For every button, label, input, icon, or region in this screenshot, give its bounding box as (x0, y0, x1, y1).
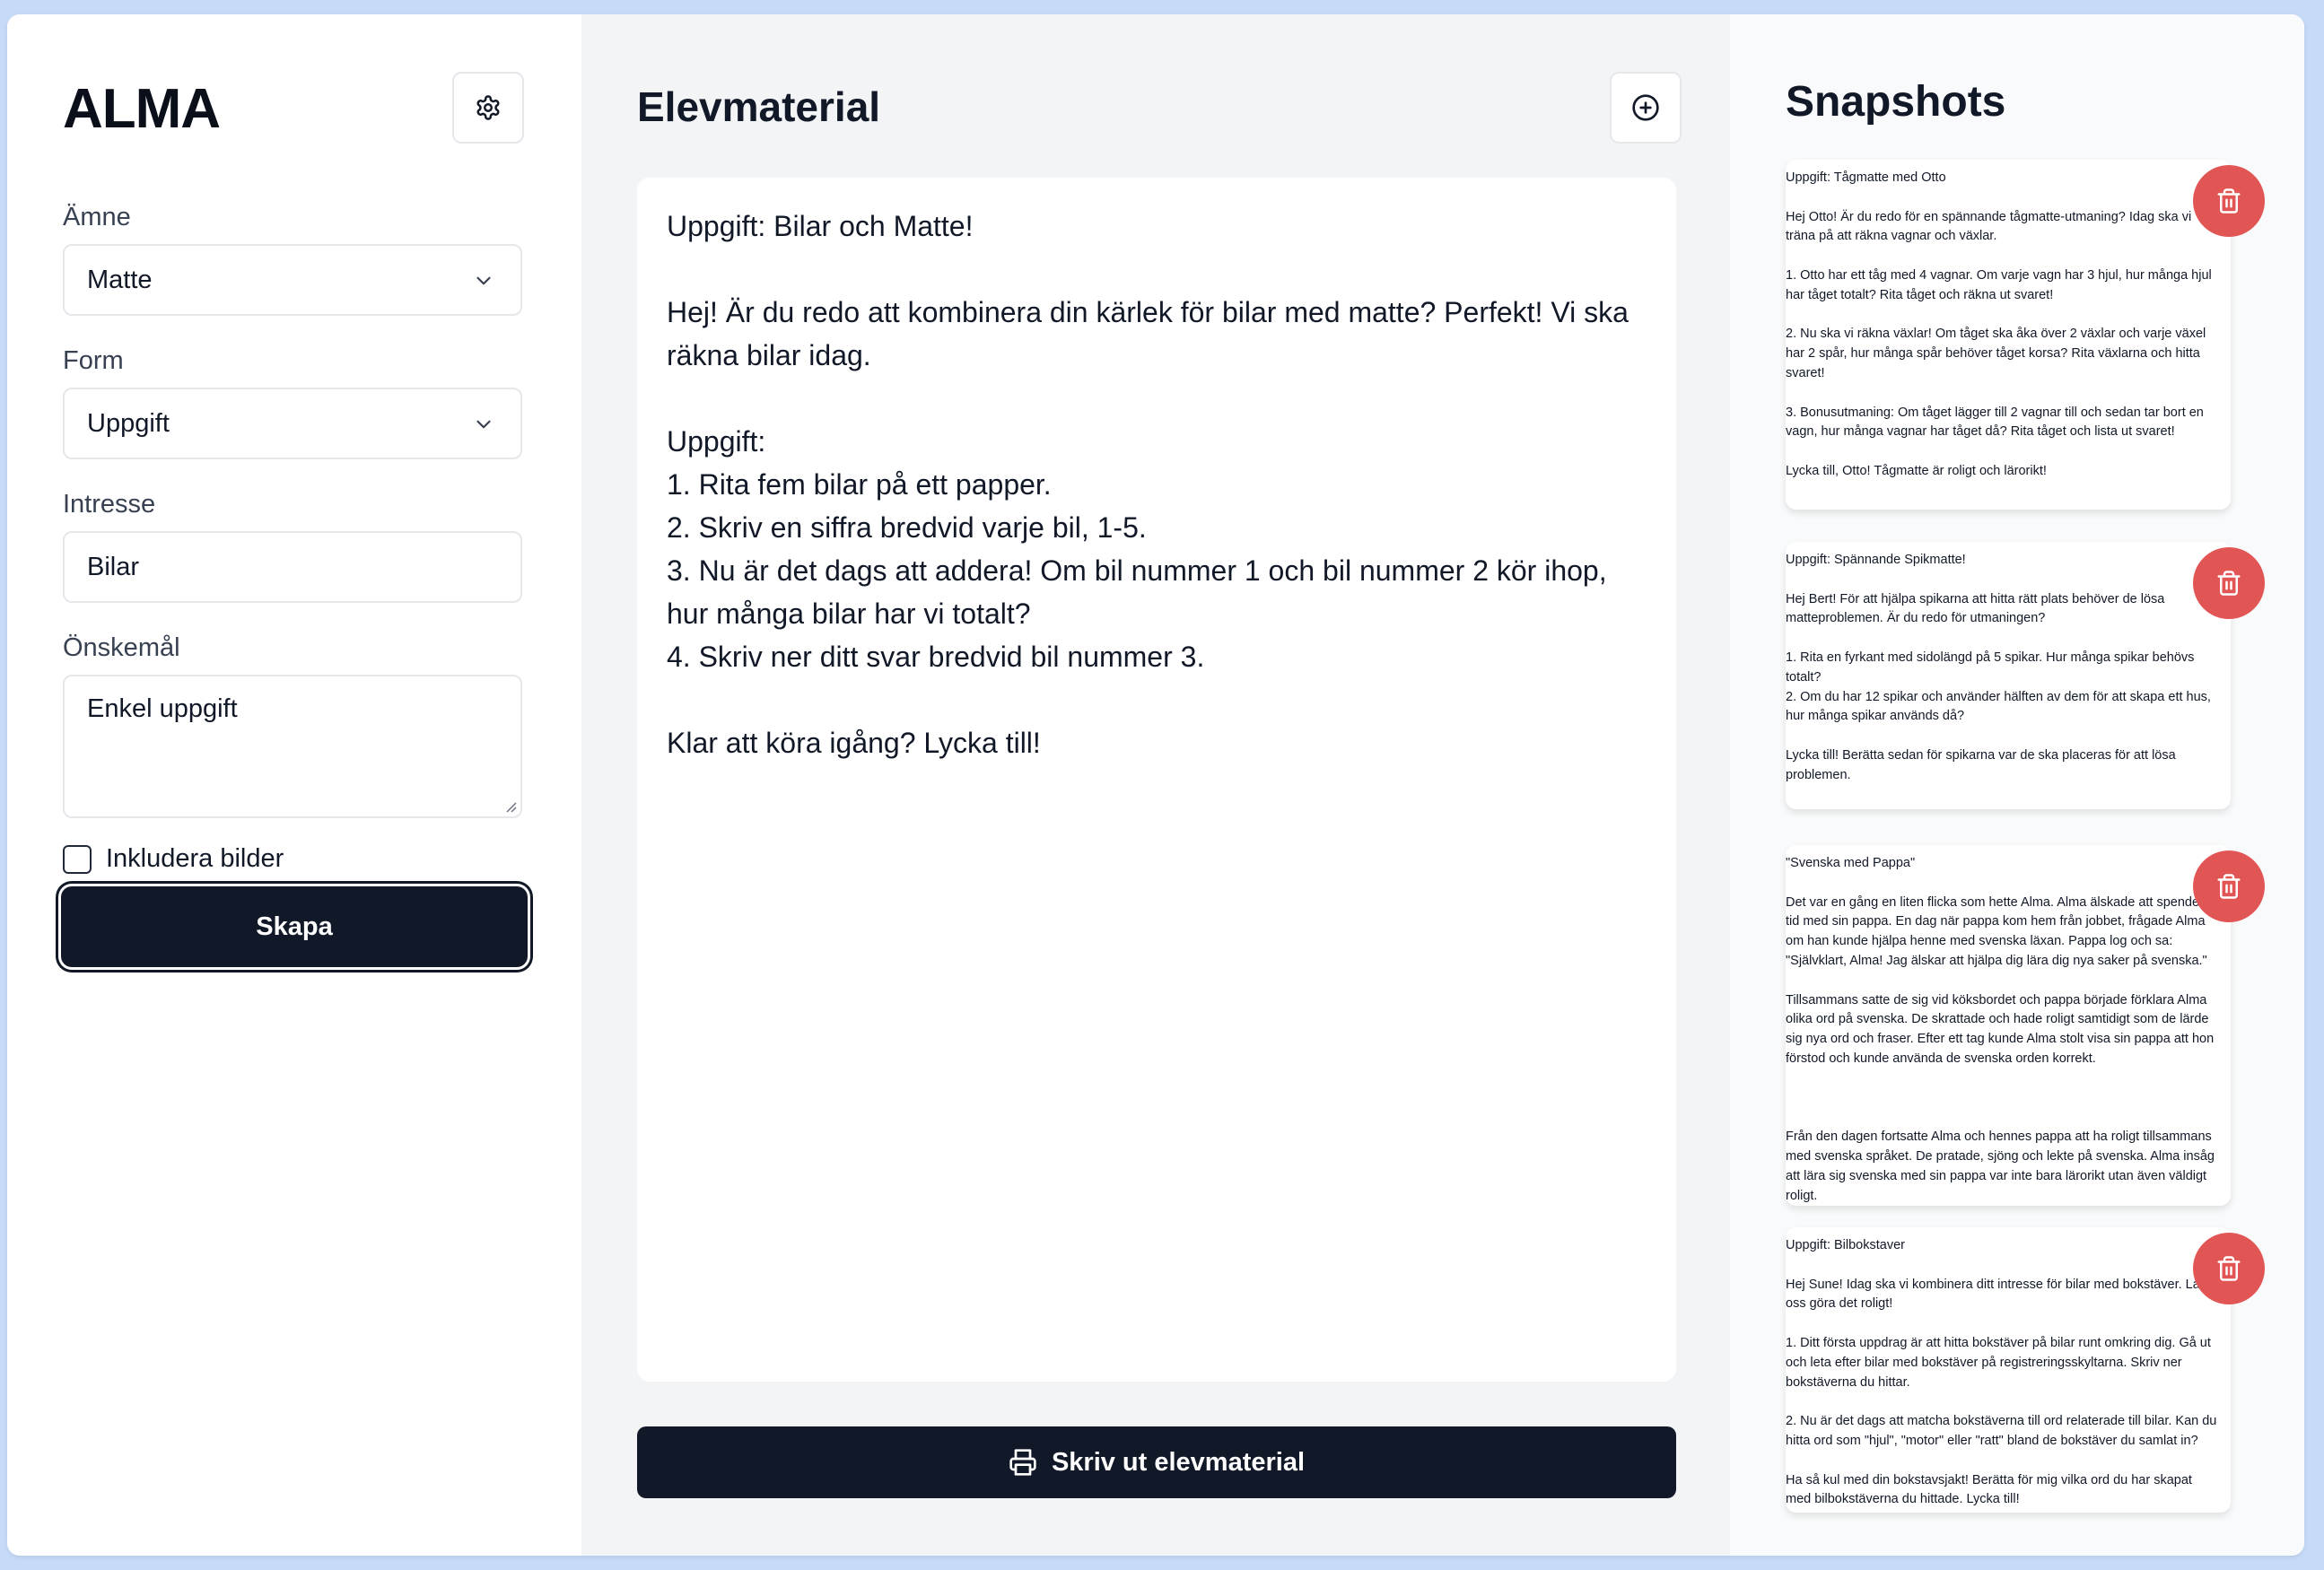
app-window: ALMA Ämne Matte Form Uppgift Intresse Bi… (7, 14, 2304, 1556)
snapshot-text: Uppgift: Spännande Spikmatte! Hej Bert! … (1786, 553, 2211, 782)
snapshot-card[interactable]: Uppgift: Tågmatte med Otto Hej Otto! Är … (1786, 160, 2231, 510)
delete-snapshot-button[interactable] (2193, 1233, 2265, 1304)
app-brand: ALMA (63, 78, 221, 140)
snapshots-title: Snapshots (1786, 78, 2006, 126)
include-images-row[interactable]: Inkludera bilder (63, 844, 284, 874)
trash-icon (2217, 571, 2241, 596)
chevron-down-icon (476, 420, 491, 429)
delete-snapshot-button[interactable] (2193, 547, 2265, 619)
add-snapshot-button[interactable] (1610, 72, 1682, 144)
material-content[interactable]: Uppgift: Bilar och Matte! Hej! Är du red… (637, 178, 1676, 1382)
page-title: Elevmaterial (637, 83, 881, 130)
snapshot-card[interactable]: "Svenska med Pappa" Det var en gång en l… (1786, 845, 2231, 1206)
subject-select-value: Matte (87, 265, 153, 294)
print-button-label: Skriv ut elevmaterial (1051, 1447, 1306, 1477)
interest-label: Intresse (63, 490, 156, 519)
snapshot-text: Uppgift: Tågmatte med Otto Hej Otto! Är … (1786, 170, 2212, 478)
include-images-label: Inkludera bilder (106, 844, 284, 873)
trash-icon (2217, 874, 2241, 899)
form-label: Form (63, 346, 124, 375)
interest-input-value: Bilar (87, 552, 140, 581)
interest-input[interactable]: Bilar (63, 531, 522, 603)
wishes-textarea-value: Enkel uppgift (87, 694, 238, 723)
include-images-checkbox[interactable] (63, 844, 92, 874)
sidebar: ALMA Ämne Matte Form Uppgift Intresse Bi… (7, 14, 581, 1556)
delete-snapshot-button[interactable] (2193, 850, 2265, 922)
subject-select[interactable]: Matte (63, 244, 522, 316)
trash-icon (2217, 1256, 2241, 1281)
resize-handle-icon[interactable] (502, 798, 517, 813)
create-button[interactable]: Skapa (61, 886, 528, 967)
form-select-value: Uppgift (87, 408, 170, 438)
gear-icon (476, 95, 500, 120)
settings-button[interactable] (452, 72, 524, 144)
snapshot-card[interactable]: Uppgift: Spännande Spikmatte! Hej Bert! … (1786, 542, 2231, 809)
delete-snapshot-button[interactable] (2193, 165, 2265, 237)
wishes-textarea[interactable]: Enkel uppgift (63, 675, 522, 818)
form-select[interactable]: Uppgift (63, 388, 522, 459)
snapshot-text: "Svenska med Pappa" Det var en gång en l… (1786, 856, 2215, 1203)
main-panel: Elevmaterial Uppgift: Bilar och Matte! H… (581, 14, 1730, 1556)
wishes-label: Önskemål (63, 633, 180, 662)
snapshot-text: Uppgift: Bilbokstaver Hej Sune! Idag ska… (1786, 1238, 2217, 1507)
print-button[interactable]: Skriv ut elevmaterial (637, 1426, 1676, 1498)
trash-icon (2217, 188, 2241, 214)
subject-label: Ämne (63, 203, 131, 231)
snapshot-card[interactable]: Uppgift: Bilbokstaver Hej Sune! Idag ska… (1786, 1227, 2231, 1513)
snapshots-panel: Snapshots Uppgift: Tågmatte med Otto Hej… (1730, 14, 2304, 1556)
chevron-down-icon (476, 276, 491, 285)
printer-icon (1009, 1449, 1036, 1476)
plus-circle-icon (1632, 94, 1659, 121)
